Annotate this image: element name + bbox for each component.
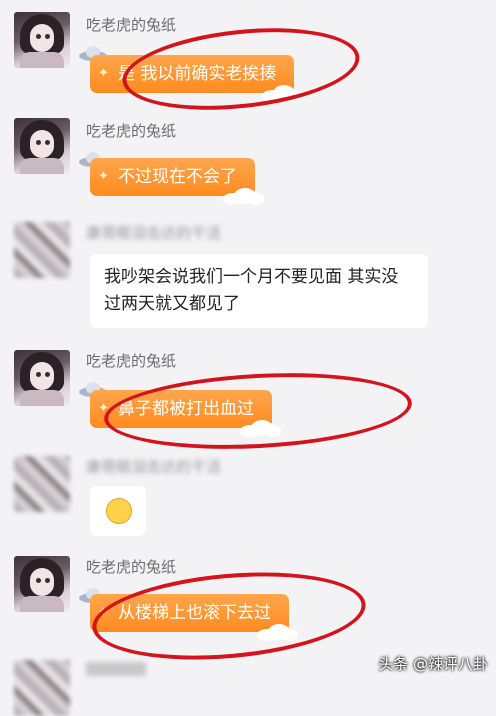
message-bubble[interactable]: ✦ 从楼梯上也滚下去过	[90, 594, 298, 641]
sparkle-icon: ✦	[98, 401, 109, 416]
cloud-icon	[240, 420, 281, 437]
message-bubble[interactable]: 我吵架会说我们一个月不要见面 其实没过两天就又都见了	[90, 254, 428, 328]
cloud-icon	[223, 188, 264, 205]
avatar[interactable]	[14, 118, 70, 174]
sender-name: 康哥眼泪击达的干活	[86, 224, 222, 242]
sender-name: 吃老虎的兔纸	[86, 122, 177, 140]
message-bubble[interactable]	[90, 486, 146, 536]
watermark: 头条 @辣评八卦	[378, 655, 488, 673]
message-text: 是 我以前确实老挨揍	[118, 64, 277, 84]
sender-name-partial	[86, 662, 146, 676]
avatar[interactable]	[14, 456, 70, 512]
sender-name: 康哥眼泪击达的干活	[86, 458, 222, 476]
message-text: 从楼梯上也滚下去过	[118, 603, 271, 623]
sparkle-icon: ✦	[98, 605, 109, 620]
avatar[interactable]	[14, 222, 70, 278]
sender-name: 吃老虎的兔纸	[86, 558, 177, 576]
message-text: 不过现在不会了	[118, 167, 237, 187]
sparkle-icon: ✦	[98, 169, 109, 184]
avatar	[14, 660, 70, 716]
cloud-icon	[262, 85, 304, 102]
message-text: 鼻子都被打出血过	[118, 399, 254, 419]
message-bubble[interactable]: ✦ 鼻子都被打出血过	[90, 390, 281, 437]
sender-name: 吃老虎的兔纸	[86, 352, 177, 370]
sender-name: 吃老虎的兔纸	[86, 16, 177, 34]
sparkle-icon: ✦	[98, 66, 109, 81]
avatar[interactable]	[14, 12, 70, 68]
message-text: 我吵架会说我们一个月不要见面 其实没过两天就又都见了	[104, 267, 399, 314]
avatar[interactable]	[14, 556, 70, 612]
message-bubble[interactable]: ✦ 是 我以前确实老挨揍	[90, 55, 304, 102]
crying-face-icon	[106, 498, 132, 524]
avatar[interactable]	[14, 350, 70, 406]
message-bubble[interactable]: ✦ 不过现在不会了	[90, 158, 264, 205]
cloud-icon	[257, 624, 298, 641]
